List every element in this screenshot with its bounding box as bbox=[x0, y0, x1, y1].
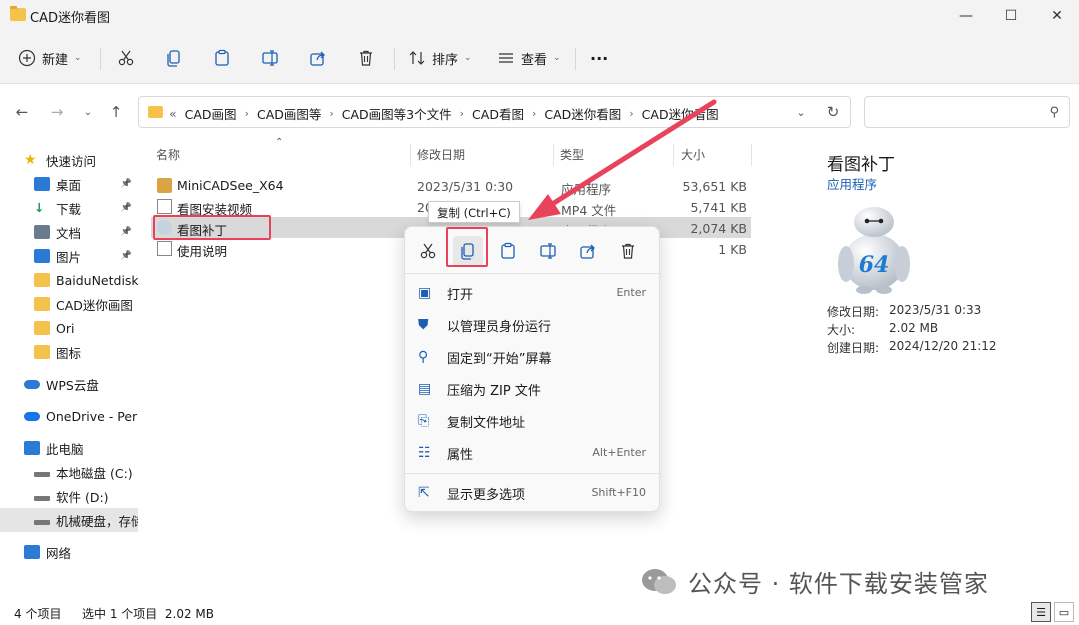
watermark-text: 公众号 · 软件下载安装管家 bbox=[688, 570, 989, 598]
annotation-arrow bbox=[528, 99, 717, 220]
watermark: 公众号 · 软件下载安装管家 bbox=[640, 564, 989, 599]
wechat-icon bbox=[642, 568, 676, 594]
